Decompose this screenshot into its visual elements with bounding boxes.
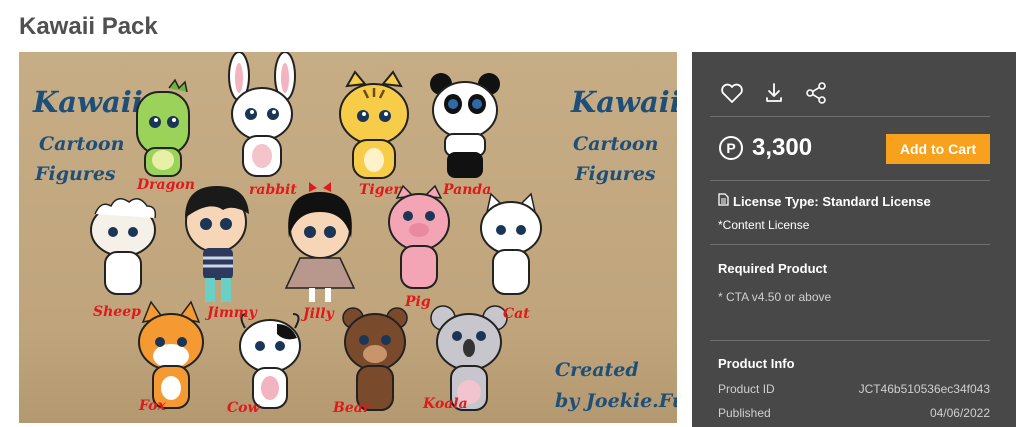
share-icon[interactable] [803, 80, 829, 106]
label-jilly: Jilly [300, 306, 335, 322]
preview-artwork: Kawaii Cartoon Figures Kawaii Cartoon Fi… [19, 52, 677, 423]
label-cat: Cat [503, 306, 530, 322]
label-pig: Pig [404, 294, 431, 310]
heart-icon[interactable] [719, 80, 745, 106]
label-tiger: Tiger [359, 182, 402, 198]
action-icons [719, 80, 829, 106]
right-heading-line-1: Kawaii [570, 85, 677, 119]
product-page: Kawaii Pack Kawaii Cartoon Figures Kawai… [0, 0, 1024, 427]
credit-line-1: Created [555, 359, 639, 381]
credit-line-2: by Joekie.Fun [555, 390, 677, 412]
product-id-value: JCT46b510536ec34f043 [858, 382, 990, 396]
purchase-panel: P 3,300 Add to Cart License Type: Standa… [692, 52, 1016, 427]
published-value: 04/06/2022 [929, 406, 990, 420]
price-amount: 3,300 [752, 134, 813, 161]
license-type-label: License Type: Standard License [733, 193, 931, 209]
required-product-title: Required Product [718, 261, 828, 276]
label-panda: Panda [442, 182, 491, 198]
label-jimmy: Jimmy [204, 305, 258, 321]
label-dragon: Dragon [136, 177, 195, 193]
label-koala: Koala [422, 396, 468, 412]
label-fox: Fox [138, 398, 167, 414]
right-heading-line-3: Figures [574, 163, 656, 185]
product-id-label: Product ID [718, 382, 775, 396]
label-sheep: Sheep [93, 304, 141, 320]
product-preview-image[interactable]: Kawaii Cartoon Figures Kawaii Cartoon Fi… [19, 52, 677, 423]
label-cow: Cow [227, 400, 260, 416]
label-bear: Bear [332, 400, 372, 416]
price-row: P 3,300 [719, 134, 812, 162]
label-rabbit: rabbit [249, 182, 297, 198]
product-id-row: Product ID JCT46b510536ec34f043 [718, 382, 990, 396]
divider [710, 244, 990, 245]
document-icon [718, 193, 729, 209]
product-info-title: Product Info [718, 356, 795, 371]
currency-icon: P [719, 136, 743, 160]
download-icon[interactable] [761, 80, 787, 106]
left-heading-line-3: Figures [34, 163, 116, 185]
divider [710, 180, 990, 181]
license-type: License Type: Standard License [718, 193, 931, 209]
right-heading-line-2: Cartoon [573, 133, 658, 155]
page-title: Kawaii Pack [19, 13, 158, 40]
content-license-link[interactable]: *Content License [718, 218, 809, 232]
published-row: Published 04/06/2022 [718, 406, 990, 420]
published-label: Published [718, 406, 771, 420]
required-product-item: * CTA v4.50 or above [718, 290, 832, 304]
divider [710, 340, 990, 341]
add-to-cart-button[interactable]: Add to Cart [886, 134, 990, 164]
divider [710, 116, 990, 117]
left-heading-line-2: Cartoon [39, 133, 124, 155]
left-heading-line-1: Kawaii [32, 85, 143, 119]
